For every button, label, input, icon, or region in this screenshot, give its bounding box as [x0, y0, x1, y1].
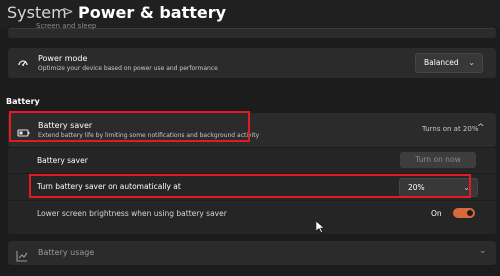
power-mode-icon	[16, 56, 30, 75]
breadcrumb-separator: >	[62, 4, 74, 20]
page-title: Power & battery	[78, 3, 227, 22]
highlight-box-auto-setting	[29, 174, 471, 198]
screen-sleep-row[interactable]: Screen and sleep	[8, 22, 496, 38]
turn-on-now-button[interactable]: Turn on now	[400, 152, 476, 168]
chevron-down-icon: ⌄	[468, 58, 475, 67]
toggle-knob	[467, 210, 473, 216]
power-mode-title: Power mode	[38, 54, 88, 63]
battery-usage-row[interactable]: Battery usage ⌄	[8, 241, 496, 265]
chevron-down-icon[interactable]: ⌄	[479, 246, 487, 256]
battery-section-heading: Battery	[6, 97, 40, 106]
battery-saver-label: Battery saver	[37, 156, 88, 165]
battery-saver-status: Turns on at 20%	[422, 125, 479, 133]
chevron-up-icon[interactable]: ^	[477, 123, 485, 133]
divider	[8, 200, 496, 201]
power-mode-dropdown[interactable]: Balanced ⌄	[415, 53, 483, 73]
mouse-cursor-icon	[315, 218, 325, 237]
highlight-box-battery-saver	[9, 111, 250, 142]
screen-sleep-label: Screen and sleep	[36, 22, 97, 30]
power-mode-row: Power mode Optimize your device based on…	[8, 48, 496, 78]
power-mode-description: Optimize your device based on power use …	[38, 65, 218, 72]
lower-brightness-toggle[interactable]	[453, 208, 475, 218]
power-mode-value: Balanced	[424, 58, 459, 67]
lower-brightness-state: On	[431, 209, 442, 218]
breadcrumb-system[interactable]: System	[7, 3, 67, 22]
lower-brightness-label: Lower screen brightness when using batte…	[37, 209, 227, 218]
battery-usage-title: Battery usage	[38, 248, 95, 257]
chart-icon	[16, 247, 28, 266]
